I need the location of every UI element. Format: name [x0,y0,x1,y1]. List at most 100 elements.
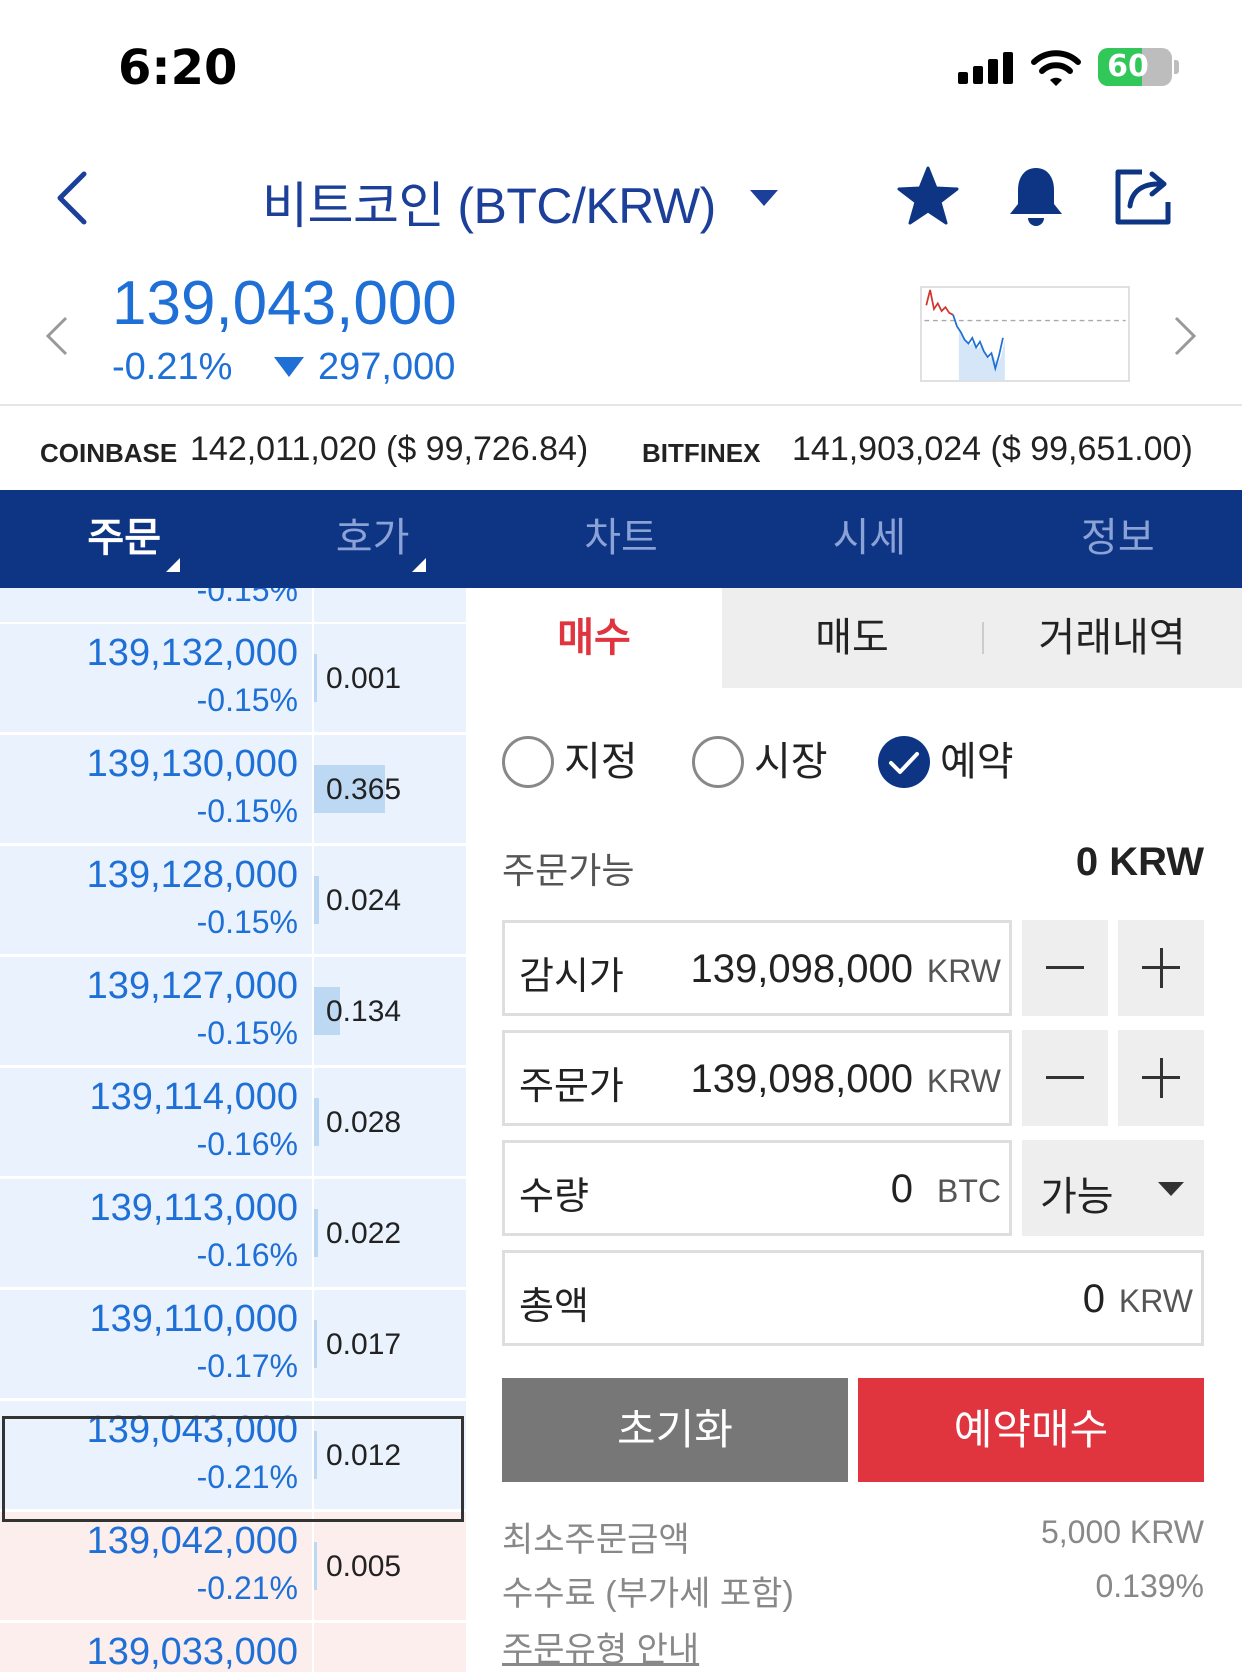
mini-price-chart[interactable] [920,286,1130,382]
order-book-price-cell: 139,128,000 -0.15% [0,846,312,954]
order-book-row[interactable]: 139,132,000 -0.15% 0.001 [0,624,466,732]
wifi-icon [1031,50,1081,86]
quantity-value: 0 [890,1167,913,1211]
tab-market-price-label: 시세 [832,516,907,560]
back-icon[interactable] [52,168,92,228]
tab-chart[interactable]: 차트 [497,490,745,588]
tab-orderbook-label: 호가 [335,516,410,560]
tab-corner-icon [166,558,180,572]
order-price-unit: KRW [926,1063,1001,1099]
tab-market-price[interactable]: 시세 [745,490,993,588]
order-book-row[interactable]: 139,033,000 [0,1623,466,1672]
order-price-label: 주문가 [519,1066,624,1108]
order-book-qty-cell: 0.028 [314,1068,466,1176]
order-book-price-cell: 139,114,000 -0.16% [0,1068,312,1176]
order-type-reserve-label: 예약 [940,740,1014,784]
order-book-row[interactable]: 139,110,000 -0.17% 0.017 [0,1290,466,1398]
order-book-qty-bar [314,1209,318,1257]
current-price: 139,043,000 [112,269,457,338]
order-book-percent: -0.15% [196,793,298,829]
battery-level: 60 [1107,49,1149,84]
total-field[interactable]: 총액 0 KRW [502,1250,1204,1346]
quantity-preset-label: 가능 [1040,1175,1114,1219]
order-book-qty: 0.028 [326,1106,402,1139]
order-book-qty: 0.001 [326,662,402,695]
order-price-increase-button[interactable] [1118,1030,1204,1126]
order-price-decrease-button[interactable] [1022,1030,1108,1126]
exchange-value-bitfinex: 141,903,024 ($ 99,651.00) [792,430,1193,468]
order-book-price-cell: 139,132,000 -0.15% [0,624,312,732]
reset-button[interactable]: 초기화 [502,1378,848,1482]
order-book-row[interactable]: 139,128,000 -0.15% 0.024 [0,846,466,954]
order-book-row[interactable]: 139,127,000 -0.15% 0.134 [0,957,466,1065]
order-book-price-cell: 139,033,000 [0,1623,312,1672]
prev-coin-arrow-icon[interactable] [42,314,70,358]
watch-price-label: 감시가 [519,956,624,998]
reserve-buy-button[interactable]: 예약매수 [858,1378,1204,1482]
tab-sell[interactable]: 매도 [722,588,982,688]
order-book-qty: 0.017 [326,1328,402,1361]
order-book-qty: 0.022 [326,1217,402,1250]
price-summary: 139,043,000 -0.21% 297,000 [0,256,1242,406]
quantity-field[interactable]: 수량 0 BTC [502,1140,1012,1236]
page-title[interactable]: 비트코인 (BTC/KRW) [262,166,716,238]
order-price-field[interactable]: 주문가 139,098,000 KRW [502,1030,1012,1126]
order-book-row[interactable]: 139,130,000 -0.15% 0.365 [0,735,466,843]
order-book-qty-cell [314,588,466,622]
tab-orderbook[interactable]: 호가 [248,490,496,588]
quantity-unit: BTC [937,1173,1001,1209]
order-book-qty-cell: 0.365 [314,735,466,843]
tab-trade-history[interactable]: 거래내역 [982,588,1242,688]
main-tabs: 주문 호가 차트 시세 정보 [0,490,1242,588]
order-book-row[interactable]: 139,114,000 -0.16% 0.028 [0,1068,466,1176]
tab-info[interactable]: 정보 [994,490,1242,588]
status-time: 6:20 [118,40,238,96]
order-book-row[interactable]: 139,042,000 -0.21% 0.005 [0,1512,466,1620]
checkmark-icon [889,752,919,774]
order-book-qty-cell: 0.001 [314,624,466,732]
order-book-percent: -0.15% [196,1015,298,1051]
bell-icon[interactable] [1004,164,1068,228]
quantity-label: 수량 [519,1176,589,1218]
radio-unchecked-icon [502,736,554,788]
order-type-guide-link[interactable]: 주문유형 안내 [502,1622,699,1671]
tab-buy[interactable]: 매수 [466,588,722,688]
current-price-frame [2,1416,464,1522]
quantity-preset-dropdown[interactable]: 가능 [1022,1140,1204,1236]
next-coin-arrow-icon[interactable] [1172,314,1200,358]
order-book-percent: -0.16% [196,1126,298,1162]
order-price-value: 139,098,000 [690,1057,913,1101]
order-book-row[interactable]: 139,113,000 -0.16% 0.022 [0,1179,466,1287]
order-book[interactable]: -0.15% 139,132,000 -0.15% 0.001 139,130,000… [0,588,466,1672]
order-book-price: 139,132,000 [86,632,298,674]
tab-info-label: 정보 [1081,516,1155,560]
cellular-signal-icon [958,52,1014,84]
chevron-down-icon [1158,1182,1184,1196]
watch-price-field[interactable]: 감시가 139,098,000 KRW [502,920,1012,1016]
order-book-percent: -0.15% [196,588,298,608]
order-book-price: 139,114,000 [89,1076,299,1118]
order-book-row-partial[interactable]: -0.15% [0,588,466,622]
order-book-price-cell: -0.15% [0,588,312,622]
order-book-qty: 0.365 [326,773,402,806]
order-book-qty-cell: 0.024 [314,846,466,954]
watch-price-increase-button[interactable] [1118,920,1204,1016]
star-icon[interactable] [896,164,960,228]
order-book-price: 139,042,000 [86,1520,298,1562]
order-panel: 매수 매도 거래내역 지정 시장 예약 주문가능 0 KRW 감시가 139,0… [466,588,1242,1672]
exchange-value-coinbase: 142,011,020 ($ 99,726.84) [190,430,589,468]
plus-icon-stroke [1160,1058,1163,1098]
share-icon[interactable] [1112,164,1176,228]
order-book-qty-cell: 0.017 [314,1290,466,1398]
tab-order[interactable]: 주문 [0,490,248,588]
watch-price-decrease-button[interactable] [1022,920,1108,1016]
app-header: 비트코인 (BTC/KRW) [0,140,1242,250]
order-book-price: 139,113,000 [89,1187,299,1229]
battery-icon: 60 [1098,48,1172,86]
total-unit: KRW [1118,1283,1193,1319]
order-book-qty-bar [314,1320,317,1368]
title-dropdown-icon[interactable] [750,190,778,206]
watch-price-unit: KRW [926,953,1001,989]
order-book-price: 139,110,000 [89,1298,299,1340]
order-book-price-cell: 139,110,000 -0.17% [0,1290,312,1398]
